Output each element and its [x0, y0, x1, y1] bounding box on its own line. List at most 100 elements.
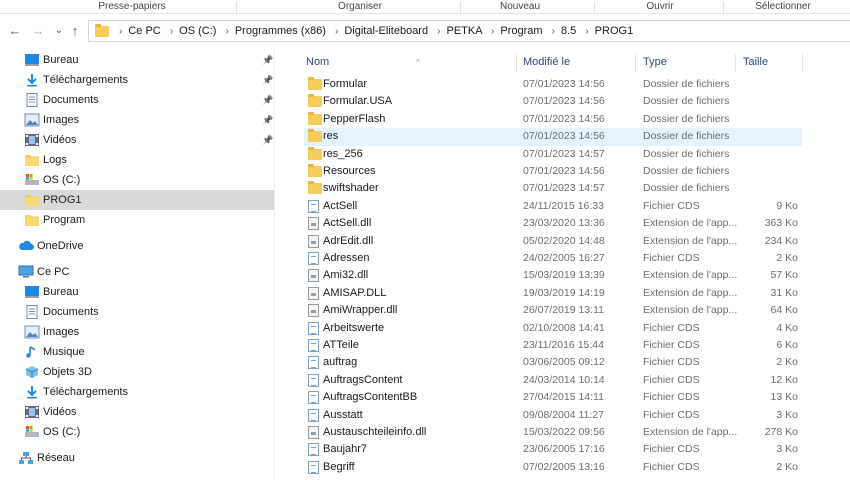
- sidebar-item-documents[interactable]: Documents: [0, 302, 274, 322]
- folder-icon: [308, 111, 322, 126]
- cds-file-icon: [308, 460, 321, 474]
- breadcrumb-8-5[interactable]: 8.5: [561, 25, 576, 37]
- dll-file-icon: [308, 426, 321, 439]
- chevron-right-icon[interactable]: ›: [437, 26, 440, 37]
- file-name: Ami32.dll: [323, 269, 369, 282]
- sidebar-item-ce-pc[interactable]: Ce PC: [0, 262, 274, 282]
- file-row[interactable]: Resources 07/01/2023 14:56 Dossier de fich…: [304, 163, 802, 180]
- column-header-type[interactable]: Type: [643, 54, 733, 70]
- documents-icon: [24, 305, 40, 319]
- pin-icon[interactable]: 📌: [262, 90, 273, 110]
- download-icon: [24, 73, 40, 87]
- file-type: Fichier CDS: [643, 356, 700, 369]
- cds-file-icon: [308, 373, 321, 387]
- file-row[interactable]: PepperFlash 07/01/2023 14:56 Dossier de fi…: [304, 111, 802, 128]
- column-divider[interactable]: [635, 54, 636, 72]
- sidebar-item-téléchargements[interactable]: Téléchargements 📌: [0, 70, 274, 90]
- file-modified-date: 02/10/2008 14:41: [523, 321, 605, 334]
- sidebar-item-vidéos[interactable]: Vidéos 📌: [0, 130, 274, 150]
- file-row[interactable]: AdrEdit.dll 05/02/2020 14:48 Extension de …: [304, 233, 802, 250]
- file-row[interactable]: ATTeile 23/11/2016 15:44 Fichier CDS 6 Ko: [304, 337, 802, 354]
- file-size: 12 Ko: [770, 373, 798, 386]
- column-header-size[interactable]: Taille: [743, 54, 803, 70]
- back-button[interactable]: ←: [8, 23, 22, 39]
- cds-file-icon: [308, 356, 321, 370]
- file-row[interactable]: auftrag 03/06/2005 09:12 Fichier CDS 2 Ko: [304, 354, 802, 371]
- file-row[interactable]: Ami32.dll 15/03/2019 13:39 Extension de l'…: [304, 267, 802, 284]
- sidebar-item-os-c[interactable]: OS (C:): [0, 170, 274, 190]
- videos-icon: [24, 405, 40, 419]
- folder-icon: [308, 146, 322, 161]
- breadcrumb-prog1[interactable]: PROG1: [595, 25, 634, 37]
- sidebar-item-documents[interactable]: Documents 📌: [0, 90, 274, 110]
- column-divider[interactable]: [735, 54, 736, 72]
- chevron-right-icon[interactable]: ›: [170, 26, 173, 37]
- file-row[interactable]: ActSell.dll 23/03/2020 13:36 Extension de …: [304, 215, 802, 232]
- breadcrumb-digital-eliteboard[interactable]: Digital-Eliteboard: [344, 25, 428, 37]
- sidebar-item-vidéos[interactable]: Vidéos: [0, 402, 274, 422]
- sidebar-item-bureau[interactable]: Bureau 📌: [0, 50, 274, 70]
- address-bar[interactable]: › Ce PC › OS (C:) › Programmes (x86) › Digit…: [88, 20, 850, 42]
- column-header-modified[interactable]: Modifié le: [523, 54, 633, 70]
- folder-icon: [95, 24, 109, 37]
- file-size: 234 Ko: [764, 234, 798, 247]
- sidebar-item-logs[interactable]: Logs: [0, 150, 274, 170]
- file-row[interactable]: Austauschteileinfo.dll 15/03/2022 09:56 Ex…: [304, 424, 802, 441]
- sidebar-item-réseau[interactable]: Réseau: [0, 448, 274, 468]
- file-size: 13 Ko: [770, 391, 798, 404]
- chevron-right-icon[interactable]: ›: [335, 26, 338, 37]
- pin-icon[interactable]: 📌: [262, 110, 273, 130]
- recent-locations-button[interactable]: ⌄: [52, 23, 66, 39]
- sidebar-item-musique[interactable]: Musique: [0, 342, 274, 362]
- column-divider[interactable]: [516, 54, 517, 72]
- pin-icon[interactable]: 📌: [262, 50, 273, 70]
- file-row[interactable]: ActSell 24/11/2015 16:33 Fichier CDS 9 Ko: [304, 198, 802, 215]
- file-row[interactable]: res_256 07/01/2023 14:57 Dossier de fichie…: [304, 146, 802, 163]
- folder-icon: [308, 164, 322, 178]
- breadcrumb-ce-pc[interactable]: Ce PC: [128, 25, 160, 37]
- navigation-pane: Bureau 📌 Téléchargements 📌 Documents 📌 Images 📌…: [0, 48, 274, 480]
- chevron-right-icon[interactable]: ›: [585, 26, 588, 37]
- sidebar-item-bureau[interactable]: Bureau: [0, 282, 274, 302]
- file-size: 4 Ko: [776, 321, 798, 334]
- pin-icon[interactable]: 📌: [262, 70, 273, 90]
- file-row[interactable]: res 07/01/2023 14:56 Dossier de fichiers: [304, 128, 802, 146]
- file-row[interactable]: AuftragsContent 24/03/2014 10:14 Fichier C…: [304, 372, 802, 389]
- sidebar-item-program[interactable]: Program: [0, 210, 274, 230]
- breadcrumb-petka[interactable]: PETKA: [447, 25, 482, 37]
- file-row[interactable]: Arbeitswerte 02/10/2008 14:41 Fichier CDS 4…: [304, 320, 802, 337]
- sidebar-item-onedrive[interactable]: OneDrive: [0, 236, 274, 256]
- pane-splitter[interactable]: [274, 48, 275, 480]
- chevron-right-icon[interactable]: ›: [226, 26, 229, 37]
- file-row[interactable]: swiftshader 07/01/2023 14:57 Dossier de fi…: [304, 180, 802, 197]
- file-row[interactable]: AMISAP.DLL 19/03/2019 14:19 Extension de l…: [304, 285, 802, 302]
- file-row[interactable]: Formular.USA 07/01/2023 14:56 Dossier de f…: [304, 93, 802, 110]
- file-row[interactable]: AmiWrapper.dll 26/07/2019 13:11 Extension …: [304, 302, 802, 319]
- forward-button[interactable]: →: [31, 23, 45, 39]
- column-divider[interactable]: [802, 54, 803, 72]
- pin-icon[interactable]: 📌: [262, 130, 273, 150]
- file-row[interactable]: AuftragsContentBB 27/04/2015 14:11 Fichier…: [304, 389, 802, 406]
- file-type: Fichier CDS: [643, 408, 700, 421]
- sidebar-item-prog1[interactable]: PROG1: [0, 190, 274, 210]
- file-row[interactable]: Adressen 24/02/2005 16:27 Fichier CDS 2 Ko: [304, 250, 802, 267]
- sidebar-item-os-c[interactable]: OS (C:): [0, 422, 274, 442]
- up-button[interactable]: ↑: [68, 23, 82, 39]
- sidebar-item-téléchargements[interactable]: Téléchargements: [0, 382, 274, 402]
- column-header-name[interactable]: Nom ^: [306, 54, 516, 70]
- breadcrumb-program[interactable]: Program: [500, 25, 542, 37]
- chevron-right-icon[interactable]: ›: [119, 26, 122, 37]
- folder-icon: [24, 193, 40, 207]
- sidebar-item-images[interactable]: Images 📌: [0, 110, 274, 130]
- sidebar-item-objets-3d[interactable]: Objets 3D: [0, 362, 274, 382]
- file-row[interactable]: Baujahr7 23/06/2005 17:16 Fichier CDS 3 Ko: [304, 441, 802, 458]
- breadcrumb-programmes-x86[interactable]: Programmes (x86): [235, 25, 326, 37]
- chevron-right-icon[interactable]: ›: [552, 26, 555, 37]
- file-row[interactable]: Ausstatt 09/08/2004 11:27 Fichier CDS 3 Ko: [304, 407, 802, 424]
- file-modified-date: 07/01/2023 14:56: [523, 112, 605, 125]
- file-row[interactable]: Formular 07/01/2023 14:56 Dossier de fichi…: [304, 76, 802, 93]
- chevron-right-icon[interactable]: ›: [491, 26, 494, 37]
- breadcrumb-os-c[interactable]: OS (C:): [179, 25, 216, 37]
- sidebar-item-images[interactable]: Images: [0, 322, 274, 342]
- file-row[interactable]: Begriff 07/02/2005 13:16 Fichier CDS 2 Ko: [304, 459, 802, 476]
